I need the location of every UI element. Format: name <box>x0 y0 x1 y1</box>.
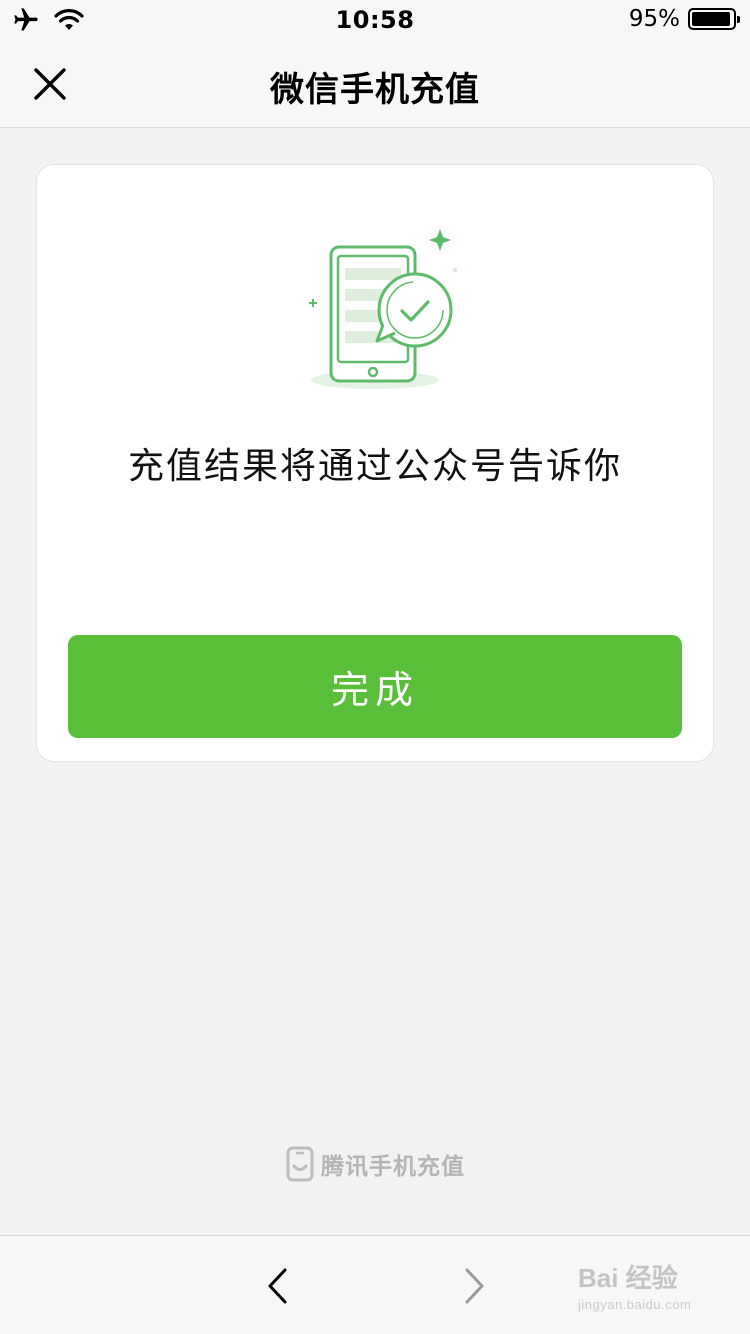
done-button[interactable]: 完成 <box>68 635 682 738</box>
chevron-left-icon <box>268 1268 287 1304</box>
recharge-result-page: 10:58 95% 微信手机充值 充值结果将通过公众号告诉你 完成 腾讯手机充值… <box>0 0 750 1334</box>
result-card: 充值结果将通过公众号告诉你 完成 <box>36 164 714 762</box>
forward-button[interactable] <box>454 1264 494 1308</box>
brand-footer: 腾讯手机充值 <box>0 1146 750 1182</box>
battery-fill <box>692 12 730 26</box>
baidu-watermark: Bai 经验 jingyan.baidu.com <box>578 1258 738 1318</box>
result-message: 充值结果将通过公众号告诉你 <box>127 446 622 487</box>
nav-bar: 微信手机充值 <box>0 40 750 128</box>
chevron-right-icon <box>465 1268 484 1304</box>
battery-percent: 95% <box>628 6 680 32</box>
status-bar: 10:58 95% <box>0 0 750 40</box>
back-button[interactable] <box>258 1264 298 1308</box>
watermark-url: jingyan.baidu.com <box>578 1297 692 1312</box>
status-right: 95% <box>628 6 740 32</box>
brand-text: 腾讯手机充值 <box>321 1154 465 1180</box>
page-title: 微信手机充值 <box>270 70 480 110</box>
watermark-logo-text: Bai 经验 <box>578 1263 678 1293</box>
phone-check-icon <box>309 229 457 389</box>
battery-icon <box>688 8 740 30</box>
phone-smile-icon <box>286 1146 314 1182</box>
